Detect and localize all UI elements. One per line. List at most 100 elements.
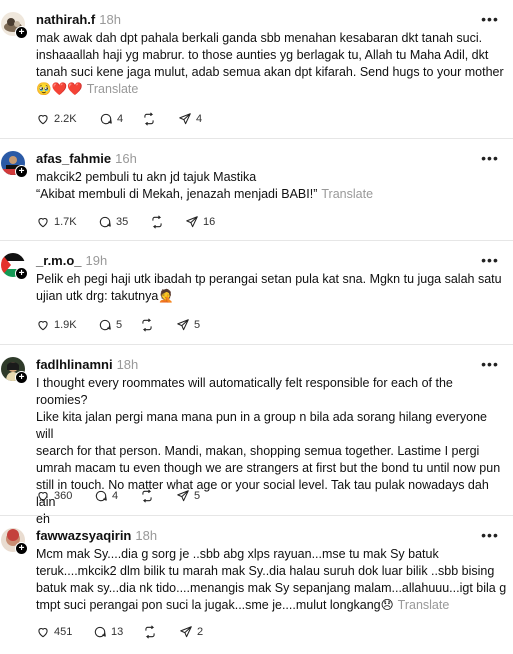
heart-icon — [38, 218, 48, 228]
post-line: teruk....mkcik2 dlm bilik tu marah mak S… — [36, 564, 495, 578]
timestamp: 19h — [85, 253, 108, 268]
reply-button[interactable]: 4 — [99, 111, 123, 127]
more-icon[interactable]: ••• — [481, 151, 499, 166]
timestamp: 18h — [135, 528, 158, 543]
like-button[interactable]: 1.7K — [36, 214, 77, 230]
more-icon[interactable]: ••• — [481, 357, 499, 372]
post-line: mak awak dah dpt pahala berkali ganda sb… — [36, 31, 483, 45]
repost-icon — [142, 489, 152, 503]
like-count: 451 — [54, 626, 73, 638]
post-item: + fawwazsyaqirin 18h ••• Mcm mak Sy....di… — [0, 516, 513, 654]
like-count: 1.9K — [54, 319, 77, 331]
reply-button[interactable]: 35 — [98, 214, 128, 230]
comment-icon — [99, 319, 111, 331]
reply-count: 5 — [116, 319, 123, 331]
repost-button[interactable] — [142, 111, 156, 127]
post-line: search for that person. Mandi, makan, sh… — [36, 444, 480, 458]
share-count: 16 — [203, 216, 216, 228]
reply-count: 4 — [112, 490, 119, 502]
reply-count: 4 — [117, 113, 124, 125]
comment-icon — [99, 216, 111, 228]
repost-icon — [152, 215, 162, 229]
like-count: 2.2K — [54, 113, 77, 125]
more-icon[interactable]: ••• — [481, 528, 499, 543]
post-text: mak awak dah dpt pahala berkali ganda sb… — [36, 30, 507, 98]
share-count: 5 — [194, 319, 201, 331]
translate-link[interactable]: Translate — [87, 82, 139, 96]
post-item: + _r.m.o_ 19h ••• Pelik eh pegi haji utk … — [0, 241, 513, 344]
avatar[interactable]: + — [1, 253, 28, 280]
repost-icon — [144, 112, 154, 126]
comment-icon — [95, 490, 107, 502]
post-text: I thought every roommates will automatic… — [36, 375, 507, 528]
follow-plus-icon[interactable]: + — [15, 165, 28, 178]
share-button[interactable]: 5 — [176, 317, 200, 333]
post-line: ujian utk drg: takutnya🤦 — [36, 289, 174, 303]
share-button[interactable]: 4 — [178, 111, 202, 127]
post-line: batuk mak sy...dia nk tido....menangis m… — [36, 581, 507, 595]
send-icon — [180, 626, 192, 638]
like-button[interactable]: 1.9K — [36, 317, 77, 333]
timestamp: 16h — [115, 151, 137, 166]
share-button[interactable]: 5 — [176, 488, 200, 504]
avatar[interactable]: + — [1, 528, 28, 555]
post-item: + nathirah.f 18h ••• mak awak dah dpt pah… — [0, 0, 513, 134]
post-text: Mcm mak Sy....dia g sorg je ..sbb abg xl… — [36, 546, 507, 614]
follow-plus-icon[interactable]: + — [15, 26, 28, 39]
more-icon[interactable]: ••• — [481, 12, 499, 27]
post-item: + fadlhlinamni 18h ••• I thought every ro… — [0, 345, 513, 526]
follow-plus-icon[interactable]: + — [15, 267, 28, 280]
reply-count: 35 — [116, 216, 129, 228]
avatar[interactable]: + — [1, 12, 28, 39]
repost-button[interactable] — [150, 214, 164, 230]
avatar[interactable]: + — [1, 151, 28, 178]
follow-plus-icon[interactable]: + — [15, 542, 28, 555]
more-icon[interactable]: ••• — [481, 253, 499, 268]
repost-button[interactable] — [143, 624, 157, 640]
timestamp: 18h — [116, 357, 139, 372]
heart-icon — [38, 115, 48, 125]
translate-link[interactable]: Translate — [398, 598, 450, 612]
post-line: tmpt suci perangai pon suci la jugak...s… — [36, 598, 394, 612]
send-icon — [177, 319, 189, 331]
post-item: + afas_fahmie 16h ••• makcik2 pembuli tu … — [0, 139, 513, 243]
translate-link[interactable]: Translate — [321, 187, 373, 201]
username[interactable]: fawwazsyaqirin — [36, 528, 131, 543]
reply-count: 13 — [111, 626, 124, 638]
send-icon — [177, 490, 189, 502]
username[interactable]: nathirah.f — [36, 12, 95, 27]
like-button[interactable]: 451 — [36, 624, 72, 640]
follow-plus-icon[interactable]: + — [15, 371, 28, 384]
like-button[interactable]: 360 — [36, 488, 72, 504]
reply-button[interactable]: 4 — [94, 488, 118, 504]
username[interactable]: afas_fahmie — [36, 151, 111, 166]
avatar[interactable]: + — [1, 357, 28, 384]
share-button[interactable]: 16 — [185, 214, 215, 230]
repost-icon — [145, 625, 155, 639]
post-line: I thought every roommates will automatic… — [36, 376, 453, 407]
post-line: Like kita jalan pergi mana mana pun in a… — [36, 410, 487, 441]
post-line: umrah macam tu even though we are strang… — [36, 461, 501, 475]
repost-button[interactable] — [140, 317, 154, 333]
comment-icon — [94, 626, 106, 638]
username[interactable]: _r.m.o_ — [36, 253, 82, 268]
post-text: makcik2 pembuli tu akn jd tajuk Mastika … — [36, 169, 507, 203]
like-button[interactable]: 2.2K — [36, 111, 77, 127]
post-line: inshaaallah haji yg mabrur. to those aun… — [36, 48, 489, 62]
repost-button[interactable] — [140, 488, 154, 504]
heart-icon — [38, 321, 48, 331]
share-count: 2 — [197, 626, 204, 638]
post-line: Pelik eh pegi haji utk ibadah tp peranga… — [36, 272, 502, 286]
reply-button[interactable]: 5 — [98, 317, 122, 333]
post-line: makcik2 pembuli tu akn jd tajuk Mastika — [36, 170, 257, 184]
share-button[interactable]: 2 — [179, 624, 203, 640]
post-line: 🥹❤️❤️ — [36, 82, 83, 96]
like-count: 360 — [54, 490, 73, 502]
comment-icon — [100, 113, 112, 125]
post-text: Pelik eh pegi haji utk ibadah tp peranga… — [36, 271, 507, 305]
heart-icon — [38, 628, 48, 638]
heart-icon — [38, 492, 48, 502]
username[interactable]: fadlhlinamni — [36, 357, 113, 372]
reply-button[interactable]: 13 — [93, 624, 123, 640]
post-line: tanah suci kene jaga mulut, adab semua a… — [36, 65, 504, 79]
